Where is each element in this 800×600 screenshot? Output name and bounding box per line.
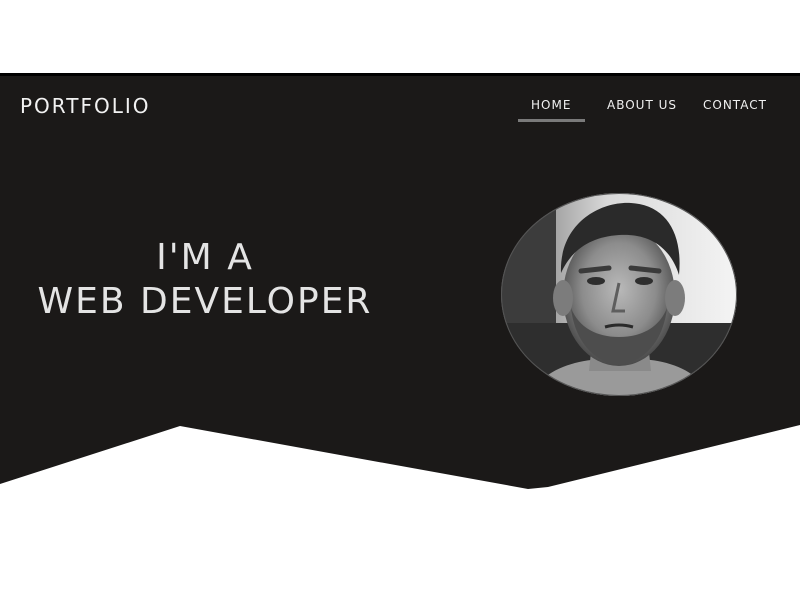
headline-line-1: I'M A <box>156 237 254 278</box>
page: PORTFOLIO HOME ABOUT US CONTACT I'M A WE… <box>0 0 800 600</box>
profile-photo-avatar <box>501 193 737 396</box>
headline-line-2: WEB DEVELOPER <box>37 281 373 322</box>
main-nav: HOME ABOUT US CONTACT <box>0 97 800 127</box>
nav-home[interactable]: HOME <box>531 97 571 113</box>
hero-headline: I'M A WEB DEVELOPER <box>20 236 390 324</box>
nav-contact[interactable]: CONTACT <box>703 97 767 113</box>
nav-active-indicator <box>518 119 585 122</box>
nav-about-us[interactable]: ABOUT US <box>607 97 677 113</box>
